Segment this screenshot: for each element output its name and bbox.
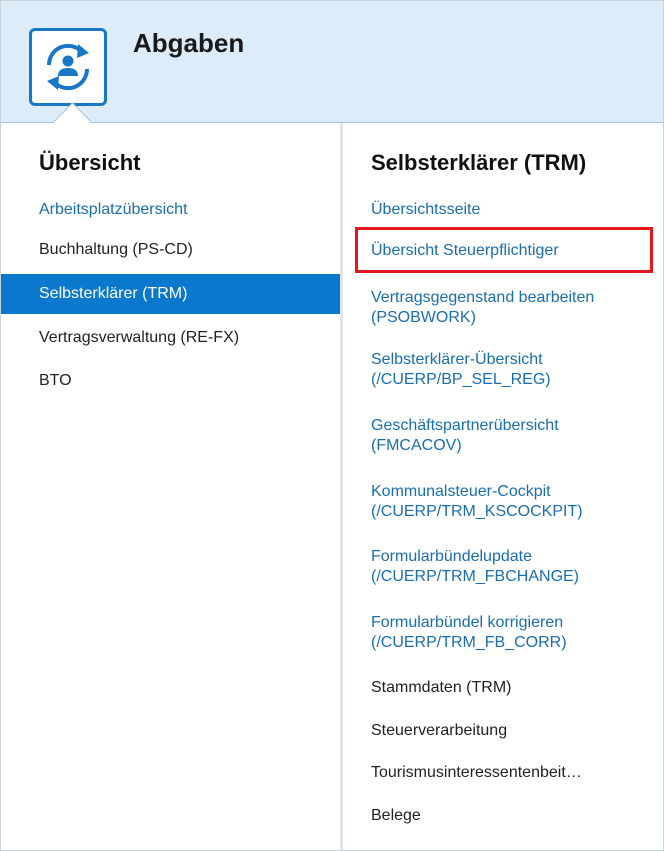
- link-uebersicht-steuerpflichtiger[interactable]: Übersicht Steuerpflichtiger: [371, 241, 661, 261]
- detail-column: Selbsterklärer (TRM) Übersichtsseite Übe…: [343, 123, 663, 850]
- overview-column: Übersicht Arbeitsplatzübersicht Buchhalt…: [1, 123, 340, 850]
- nav-item-buchhaltung[interactable]: Buchhaltung (PS-CD): [1, 230, 340, 270]
- group-tourismusinteressentenbeitrag[interactable]: Tourismusinteressentenbeit…: [371, 763, 661, 783]
- group-label: Belege: [371, 807, 421, 824]
- nav-item-arbeitsplatzuebersicht[interactable]: Arbeitsplatzübersicht: [1, 190, 340, 230]
- link-transaction-code: (FMCACOV): [371, 437, 462, 454]
- link-formularbuendelupdate[interactable]: Formularbündelupdate (/CUERP/TRM_FBCHANG…: [371, 547, 661, 587]
- link-label: Übersicht Steuerpflichtiger: [371, 242, 559, 259]
- group-steuerverarbeitung[interactable]: Steuerverarbeitung: [371, 721, 661, 741]
- nav-item-selbsterklaerer[interactable]: Selbsterklärer (TRM): [1, 274, 340, 314]
- link-kommunalsteuer-cockpit[interactable]: Kommunalsteuer-Cockpit (/CUERP/TRM_KSCOC…: [371, 482, 661, 522]
- nav-item-bto[interactable]: BTO: [1, 361, 340, 401]
- group-stammdaten[interactable]: Stammdaten (TRM): [371, 678, 661, 698]
- link-transaction-code: (/CUERP/TRM_FB_CORR): [371, 634, 567, 651]
- detail-heading: Selbsterklärer (TRM): [371, 150, 587, 175]
- group-label: Stammdaten (TRM): [371, 679, 512, 696]
- link-label: Selbsterklärer-Übersicht: [371, 351, 543, 368]
- link-label: Kommunalsteuer-Cockpit: [371, 483, 551, 500]
- link-transaction-code: (PSOBWORK): [371, 309, 476, 326]
- link-label: Vertragsgegenstand bearbeiten: [371, 289, 595, 306]
- link-transaction-code: (/CUERP/TRM_FBCHANGE): [371, 568, 580, 585]
- link-geschaeftspartneruebersicht[interactable]: Geschäftspartnerübersicht (FMCACOV): [371, 416, 661, 456]
- link-transaction-code: (/CUERP/BP_SEL_REG): [371, 371, 551, 388]
- app-launchpad-panel: Abgaben Übersicht Arbeitsplatzübersicht …: [0, 0, 664, 851]
- link-formularbuendel-korrigieren[interactable]: Formularbündel korrigieren (/CUERP/TRM_F…: [371, 613, 661, 653]
- group-label: Tourismusinteressentenbeit…: [371, 764, 582, 781]
- link-vertragsgegenstand-bearbeiten[interactable]: Vertragsgegenstand bearbeiten (PSOBWORK): [371, 288, 661, 328]
- link-label: Übersichtsseite: [371, 201, 481, 218]
- overview-heading: Übersicht: [39, 150, 141, 175]
- link-selbsterklaerer-uebersicht[interactable]: Selbsterklärer-Übersicht (/CUERP/BP_SEL_…: [371, 350, 661, 390]
- link-label: Geschäftspartnerübersicht: [371, 417, 559, 434]
- link-transaction-code: (/CUERP/TRM_KSCOCKPIT): [371, 503, 583, 520]
- nav-item-vertragsverwaltung[interactable]: Vertragsverwaltung (RE-FX): [1, 318, 340, 358]
- app-header: Abgaben: [1, 1, 663, 123]
- link-label: Formularbündel korrigieren: [371, 614, 564, 631]
- link-label: Formularbündelupdate: [371, 548, 532, 565]
- group-label: Steuerverarbeitung: [371, 722, 508, 739]
- link-uebersichtsseite[interactable]: Übersichtsseite: [371, 200, 661, 220]
- user-cycle-icon[interactable]: [29, 28, 107, 106]
- app-title: Abgaben: [133, 28, 245, 58]
- group-belege[interactable]: Belege: [371, 806, 661, 826]
